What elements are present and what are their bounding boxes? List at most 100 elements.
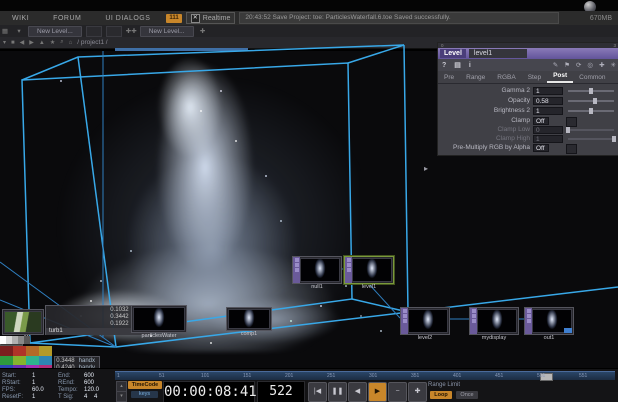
back-icon[interactable]: ◀: [20, 39, 25, 46]
keys-button[interactable]: keys: [131, 391, 158, 398]
pane-slot[interactable]: [85, 25, 102, 37]
palette-color-swatch[interactable]: [0, 355, 13, 365]
tab-common[interactable]: Common: [573, 74, 611, 83]
target-icon[interactable]: ◎: [584, 61, 596, 69]
node-wall1[interactable]: wall1: [2, 309, 44, 341]
node-viewer[interactable]: [133, 307, 185, 331]
pane-tab-1[interactable]: New Level...: [28, 25, 82, 37]
param-slider[interactable]: [568, 98, 614, 104]
timeline-field-value[interactable]: 120.0: [84, 387, 99, 393]
realtime-toggle[interactable]: ✕ Realtime: [185, 12, 236, 24]
step-back-button[interactable]: −: [388, 382, 407, 402]
checkbox-checked-icon[interactable]: ✕: [190, 13, 200, 23]
help-icon[interactable]: ?: [438, 62, 450, 69]
pin-icon[interactable]: ▾: [14, 27, 24, 35]
node-viewer[interactable]: [4, 311, 42, 333]
search-icon[interactable]: ⌕: [60, 39, 63, 46]
panel-collapse-arrow[interactable]: ▸: [424, 164, 428, 173]
node-particles[interactable]: particlesWater: [131, 305, 187, 339]
param-slider[interactable]: [568, 88, 614, 94]
up-icon[interactable]: ▲: [39, 40, 45, 46]
add-pane-icon[interactable]: ✚: [198, 27, 208, 35]
param-slider[interactable]: [568, 108, 614, 114]
language-icon[interactable]: ▤: [450, 61, 465, 69]
play-reverse-button[interactable]: ◀: [348, 382, 367, 402]
stop-icon[interactable]: ■: [11, 40, 15, 46]
step-forward-button[interactable]: ✚: [408, 382, 427, 402]
node-flag-strip[interactable]: [401, 308, 408, 334]
timeline-field-value[interactable]: 1: [32, 380, 35, 386]
node-flag-strip[interactable]: [525, 308, 532, 334]
palette-color-swatch[interactable]: [13, 346, 26, 356]
edit-icon[interactable]: ✎: [550, 61, 561, 69]
node-level1[interactable]: level1: [344, 256, 394, 290]
tab-rgba[interactable]: RGBA: [491, 74, 521, 83]
once-button[interactable]: Once: [456, 391, 478, 399]
tab-range[interactable]: Range: [460, 74, 491, 83]
tab-post[interactable]: Post: [547, 72, 574, 83]
pause-button[interactable]: ❚❚: [328, 382, 347, 402]
info-icon[interactable]: i: [465, 62, 475, 69]
timeline-field-value[interactable]: 60.0: [32, 387, 44, 393]
timecode-mode-button[interactable]: TimeCode: [128, 381, 162, 389]
node-viewer[interactable]: [300, 258, 340, 282]
timeline-ruler[interactable]: 1 51 101 151 201 251 301 351 401 451 501 551: [115, 371, 615, 381]
param-toggle[interactable]: [566, 144, 577, 154]
split-icon[interactable]: ✚✚: [126, 27, 137, 35]
current-frame-display[interactable]: 522: [257, 381, 305, 402]
chevron-down-icon[interactable]: ▾: [3, 39, 6, 46]
tab-pre[interactable]: Pre: [438, 74, 460, 83]
palette-color-swatch[interactable]: [39, 355, 52, 365]
menu-item-forum[interactable]: FORUM: [41, 15, 93, 22]
comment-icon[interactable]: ⚑: [561, 61, 573, 69]
pane-slot[interactable]: [105, 25, 122, 37]
node-viewer[interactable]: [408, 309, 448, 333]
palette-gray-swatch[interactable]: [24, 336, 30, 344]
timeline-field-value[interactable]: 4 4: [84, 394, 97, 400]
param-value-field[interactable]: 0: [533, 126, 563, 134]
param-toggle-value[interactable]: Off: [533, 144, 549, 152]
timeline-field-value[interactable]: 600: [84, 380, 94, 386]
display-flag-badge[interactable]: [564, 328, 572, 333]
param-toggle-value[interactable]: Off: [533, 117, 549, 125]
palette-color-swatch[interactable]: [0, 346, 13, 356]
node-flag-strip[interactable]: [293, 257, 300, 283]
node-comp1[interactable]: comp1: [226, 307, 272, 337]
palette-color-swatch[interactable]: [26, 346, 39, 356]
menu-item-ui-dialogs[interactable]: UI DIALOGS: [93, 15, 162, 22]
tab-step[interactable]: Step: [522, 74, 547, 83]
node-viewer[interactable]: [477, 309, 517, 333]
param-slider[interactable]: [566, 127, 614, 133]
timeline-field-value[interactable]: 1: [32, 394, 35, 400]
home-icon[interactable]: ⌂: [69, 40, 73, 46]
menu-item-wiki[interactable]: WIKI: [0, 15, 41, 22]
timeline-field-value[interactable]: 600: [84, 373, 94, 379]
play-button[interactable]: ▶: [368, 382, 387, 402]
param-value-field[interactable]: 1: [533, 107, 563, 115]
palette-color-swatch[interactable]: [13, 355, 26, 365]
param-value-field[interactable]: 0.58: [533, 97, 563, 105]
forward-icon[interactable]: ▶: [29, 39, 34, 46]
node-mydisplay[interactable]: mydisplay: [469, 307, 519, 341]
node-viewer[interactable]: [352, 258, 392, 282]
palette-color-swatch[interactable]: [26, 355, 39, 365]
node-level2[interactable]: level2: [400, 307, 450, 341]
node-out1[interactable]: out1: [524, 307, 574, 341]
jump-start-button[interactable]: |◀: [308, 382, 327, 402]
pane-tab-2[interactable]: New Level...: [139, 25, 194, 37]
panel-header[interactable]: Level level1: [438, 48, 618, 59]
param-value-field[interactable]: 1: [533, 135, 563, 143]
grid-icon[interactable]: ▦: [0, 27, 10, 35]
node-flag-strip[interactable]: [470, 308, 477, 334]
refresh-icon[interactable]: ⟳: [573, 61, 584, 69]
node-flag-strip[interactable]: [345, 257, 352, 283]
timeline-field-value[interactable]: 1: [32, 373, 35, 379]
node-viewer[interactable]: [228, 309, 270, 329]
spinner-down-icon[interactable]: ▾: [116, 391, 127, 402]
breadcrumb[interactable]: / project1 /: [77, 39, 107, 46]
operator-name-field[interactable]: level1: [468, 49, 527, 58]
param-value-field[interactable]: 1: [533, 87, 563, 95]
star-icon[interactable]: ★: [50, 39, 55, 46]
loop-button[interactable]: Loop: [430, 391, 452, 399]
add-icon[interactable]: ✚: [596, 61, 607, 69]
